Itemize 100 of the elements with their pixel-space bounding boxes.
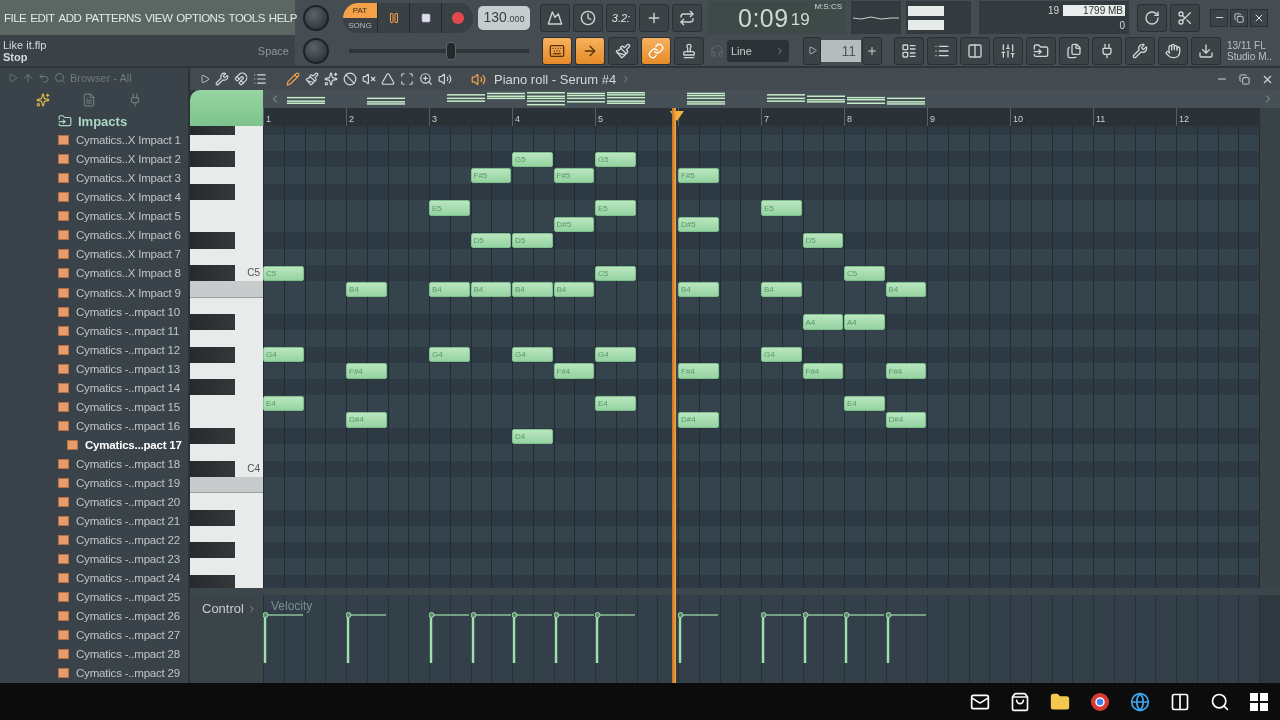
performance-button[interactable]	[1125, 36, 1155, 65]
note-row[interactable]: F#5 F#5 F#5	[263, 167, 1260, 184]
note[interactable]: D4	[512, 428, 553, 444]
note[interactable]: D5	[512, 233, 553, 249]
browser-item[interactable]: Cymatics -..mpact 12	[76, 343, 180, 356]
stop-button[interactable]	[409, 2, 441, 33]
note-row[interactable]: G5 G5	[263, 151, 1260, 168]
cut-button[interactable]	[1170, 3, 1200, 32]
download-button[interactable]	[1191, 36, 1221, 65]
folder-icon[interactable]	[1050, 691, 1070, 712]
note[interactable]: B4	[553, 281, 594, 298]
mixer-button[interactable]	[993, 36, 1023, 65]
note[interactable]: E5	[429, 200, 470, 216]
mute-icon[interactable]	[362, 72, 376, 86]
volume-knob[interactable]	[303, 4, 329, 31]
pause-button[interactable]	[377, 2, 409, 33]
plugin-button[interactable]	[1092, 36, 1122, 65]
brush-button[interactable]	[608, 36, 638, 65]
sparkle-icon[interactable]	[324, 72, 338, 86]
browser-item[interactable]: Cymatics..X Impact 5	[76, 210, 181, 223]
browser-icon[interactable]	[1090, 691, 1110, 712]
browser-item[interactable]: Cymatics..X Impact 7	[76, 248, 181, 261]
note[interactable]: F#5	[678, 167, 719, 184]
browser-item[interactable]: Cymatics..X Impact 8	[76, 267, 181, 280]
note[interactable]: G4	[595, 347, 636, 363]
note[interactable]: G5	[595, 151, 636, 167]
stamp-button[interactable]	[674, 36, 704, 65]
note[interactable]: B4	[885, 281, 926, 298]
note[interactable]: B4	[429, 281, 470, 298]
snap-dropdown[interactable]: Line	[727, 39, 789, 62]
horizontal-scrollbar[interactable]	[190, 588, 1280, 595]
note[interactable]: F#4	[678, 363, 719, 379]
note[interactable]: E5	[761, 200, 802, 216]
zoom-icon[interactable]	[419, 72, 433, 86]
step-field[interactable]: 11	[821, 39, 861, 62]
browser-item[interactable]: Cymatics...pact 17	[85, 438, 182, 451]
note[interactable]: D5	[802, 233, 843, 249]
add-button[interactable]	[862, 36, 882, 65]
select-icon[interactable]	[400, 72, 414, 86]
browser-item[interactable]: Cymatics -..mpact 20	[76, 496, 180, 509]
note-row[interactable]: C5 C5 C5	[263, 265, 1260, 282]
browser-item[interactable]: Cymatics -..mpact 24	[76, 572, 180, 585]
browser-item[interactable]: Cymatics..X Impact 4	[76, 191, 181, 204]
search-icon[interactable]	[1210, 691, 1230, 712]
control-label[interactable]: Control	[202, 601, 244, 616]
undo-history-button[interactable]	[1137, 3, 1167, 32]
bag-icon[interactable]	[1010, 691, 1030, 712]
note[interactable]: B4	[678, 281, 719, 298]
browser-item[interactable]: Cymatics -..mpact 27	[76, 629, 180, 642]
note[interactable]: A4	[802, 314, 843, 330]
browser-item[interactable]: Cymatics -..mpact 14	[76, 381, 180, 394]
note-row[interactable]: E4 E4 E4	[263, 395, 1260, 412]
sharp-key[interactable]	[190, 379, 263, 396]
time-ruler[interactable]: 1 2 3 4 5 7 8 9 10 11 12	[263, 108, 1260, 126]
news-panel[interactable]: 13/11 FL Studio M..	[1227, 39, 1273, 62]
task-view-icon[interactable]	[1170, 691, 1190, 712]
natural-key[interactable]	[190, 216, 263, 233]
note[interactable]: B4	[346, 281, 387, 298]
step-sequencer-button[interactable]	[927, 36, 957, 65]
note[interactable]: G5	[512, 151, 553, 167]
note[interactable]: A4	[844, 314, 885, 330]
browser-item[interactable]: Cymatics..X Impact 3	[76, 172, 181, 185]
menu-item[interactable]: EDIT	[30, 11, 55, 24]
sharp-key[interactable]	[190, 542, 263, 559]
menu-item[interactable]: OPTIONS	[176, 11, 225, 24]
browser-item[interactable]: Cymatics..X Impact 1	[76, 134, 181, 147]
minimize-button[interactable]	[1210, 8, 1228, 27]
browser-item[interactable]: Cymatics -..mpact 22	[76, 534, 180, 547]
ban-icon[interactable]	[343, 72, 357, 86]
note[interactable]: F#5	[470, 167, 511, 184]
note[interactable]: E5	[595, 200, 636, 216]
note-row[interactable]: D#5 D#5	[263, 216, 1260, 233]
pencil-icon[interactable]	[286, 72, 300, 86]
browser-item[interactable]: Cymatics -..mpact 25	[76, 591, 180, 604]
browser-item[interactable]: Cymatics -..mpact 15	[76, 400, 180, 413]
note[interactable]: G4	[429, 347, 470, 363]
note[interactable]: F#4	[885, 363, 926, 379]
menu-item[interactable]: ADD	[58, 11, 82, 24]
browser-button[interactable]	[1026, 36, 1056, 65]
menu-item[interactable]: FILE	[4, 11, 27, 24]
browser-item[interactable]: Cymatics -..mpact 19	[76, 477, 180, 489]
note-row[interactable]: B4 B4 B4 B4 B4 B4 B4 B4	[263, 281, 1260, 298]
tempo-field[interactable]: 130.000	[478, 5, 530, 30]
note[interactable]: B4	[512, 281, 553, 298]
browser-item[interactable]: Cymatics -..mpact 23	[76, 553, 180, 566]
master-pitch-slider[interactable]	[349, 40, 529, 61]
note[interactable]: D#5	[678, 216, 719, 232]
sharp-key[interactable]	[190, 428, 263, 445]
menu-item[interactable]: HELP	[268, 11, 297, 24]
channel-rack-button[interactable]	[960, 36, 990, 65]
note[interactable]: F#4	[802, 363, 843, 379]
windows-icon[interactable]	[1250, 692, 1268, 711]
note[interactable]: G4	[263, 347, 304, 363]
mode-toggle[interactable]: PAT	[343, 2, 377, 18]
note[interactable]: F#5	[553, 167, 594, 184]
note[interactable]: D#5	[553, 216, 594, 232]
note[interactable]: E4	[844, 395, 885, 412]
browser-item[interactable]: Cymatics -..mpact 11	[76, 324, 180, 337]
typing-keyboard-button[interactable]	[573, 3, 603, 32]
close-button[interactable]	[1250, 8, 1268, 27]
